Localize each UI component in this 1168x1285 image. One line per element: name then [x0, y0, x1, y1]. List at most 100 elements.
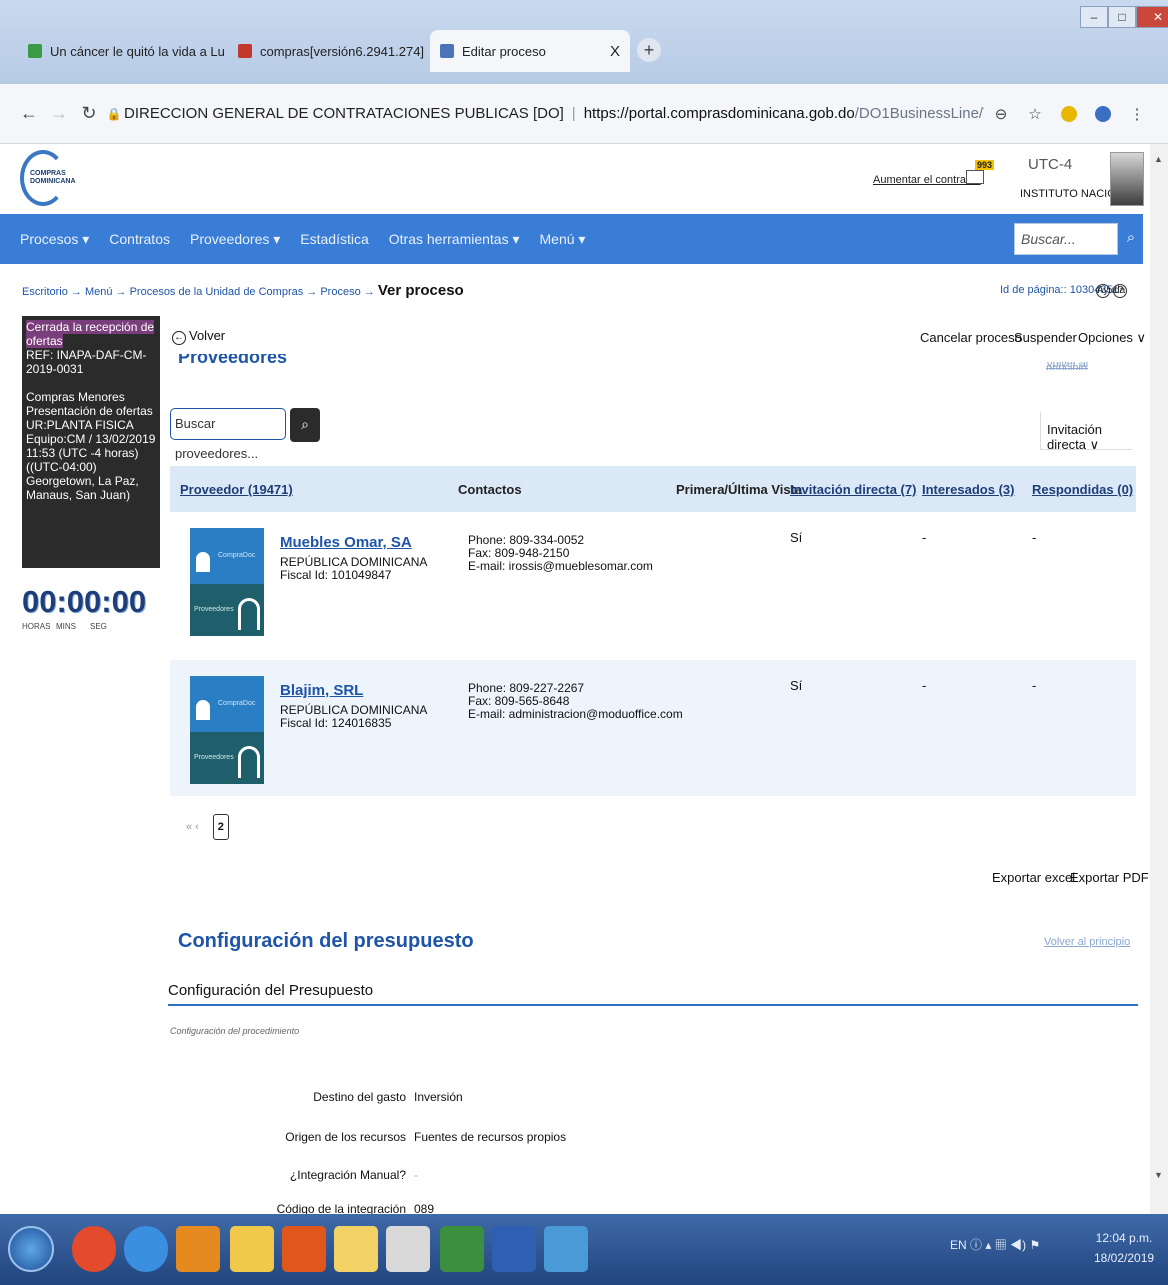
export-pdf-button[interactable]: Exportar PDF	[1070, 870, 1149, 885]
new-tab-button[interactable]: +	[637, 38, 661, 62]
supplier-name-link[interactable]: Muebles Omar, SA	[280, 534, 412, 551]
back-to-top-link[interactable]: Volver al principio	[1046, 362, 1126, 370]
outlook-taskbar-icon[interactable]	[176, 1226, 220, 1272]
scroll-down-icon[interactable]: ▼	[1154, 1170, 1163, 1180]
field-label: Destino del gasto	[313, 1090, 406, 1104]
compras-logo[interactable]: COMPRAS DOMINICANA	[20, 150, 76, 206]
volume-icon[interactable]: ◀)	[1010, 1238, 1026, 1252]
nav-procesos[interactable]: Procesos ▾	[20, 231, 89, 248]
scroll-up-icon[interactable]: ▲	[1154, 154, 1163, 164]
network-icon[interactable]: ▦	[995, 1238, 1007, 1252]
tray-arrow-icon[interactable]: ▴	[985, 1238, 991, 1252]
supplier-search-input[interactable]: Buscar proveedores...	[170, 408, 286, 461]
col-direct-invitation[interactable]: Invitación directa (7)	[790, 482, 916, 497]
menu-dots-icon[interactable]: ⋮	[1120, 105, 1154, 123]
contrast-link[interactable]: Aumentar el contraste	[873, 174, 981, 186]
browser-tab-1[interactable]: Un cáncer le quitó la vida a Luc X	[18, 30, 224, 72]
timer-digits: 00:00:00	[22, 584, 147, 619]
lock-icon[interactable]: 🔒	[104, 107, 124, 121]
cancel-process-button[interactable]: Cancelar proceso	[920, 330, 1022, 345]
back-arrow-icon[interactable]: ←	[14, 103, 44, 124]
address-bar: ← → ↻ 🔒 DIRECCION GENERAL DE CONTRATACIO…	[0, 84, 1168, 144]
help-icon[interactable]: ?	[1113, 284, 1128, 298]
language-indicator[interactable]: EN	[950, 1238, 967, 1252]
mail-icon[interactable]	[966, 170, 984, 184]
page-2-button[interactable]: 2	[212, 814, 229, 840]
nav-menu[interactable]: Menú ▾	[540, 231, 586, 248]
word-taskbar-icon[interactable]	[492, 1226, 536, 1272]
house-icon	[238, 598, 260, 630]
logo-text: COMPRAS DOMINICANA	[30, 170, 76, 185]
taskbar-clock[interactable]: 12:04 p.m. 18/02/2019	[1094, 1228, 1154, 1268]
timer-label-mins: MINS	[56, 622, 76, 631]
help-tray-icon[interactable]: ⓘ	[970, 1238, 982, 1252]
bookmark-star-icon[interactable]: ☆	[1018, 105, 1052, 123]
pager-prev[interactable]: « ‹	[186, 821, 199, 833]
procedure-caption: Configuración del procedimiento	[170, 1026, 300, 1036]
avatar[interactable]	[1110, 152, 1144, 206]
ie-taskbar-icon[interactable]	[124, 1226, 168, 1272]
browser-tab-3[interactable]: Editar proceso X	[430, 30, 630, 72]
page-scrollbar[interactable]: ▲ ▼	[1150, 144, 1168, 1214]
process-phase: Presentación de ofertas	[26, 404, 153, 418]
files-taskbar-icon[interactable]	[230, 1226, 274, 1272]
flag-icon[interactable]: ⚑	[1029, 1238, 1040, 1252]
house-icon	[238, 746, 260, 778]
media-taskbar-icon[interactable]	[282, 1226, 326, 1272]
back-to-top-link[interactable]: Volver al principio	[1044, 936, 1130, 948]
suppliers-table-header: Proveedor (19471) Contactos Primera/Últi…	[170, 466, 1136, 512]
timer-label-secs: SEG	[90, 622, 107, 631]
col-provider[interactable]: Proveedor (19471)	[180, 482, 293, 497]
reload-icon[interactable]: ↻	[74, 103, 104, 124]
supplier-logo: CompraDoc Proveedores	[190, 676, 264, 784]
invited-value: Sí	[790, 530, 803, 545]
url-main: https://portal.comprasdominicana.gob.do	[583, 105, 855, 122]
shield-taskbar-icon[interactable]	[386, 1226, 430, 1272]
nav-contratos[interactable]: Contratos	[109, 231, 170, 247]
forward-arrow-icon[interactable]: →	[44, 103, 74, 124]
close-window-icon[interactable]: ✕	[1136, 6, 1168, 28]
folder-taskbar-icon[interactable]	[334, 1226, 378, 1272]
suspend-button[interactable]: Suspender	[1014, 330, 1077, 345]
nav-otras-herramientas[interactable]: Otras herramientas ▾	[389, 231, 520, 248]
breadcrumb-links[interactable]: Escritorio → Menú → Procesos de la Unida…	[22, 286, 375, 298]
app-taskbar-icon[interactable]	[544, 1226, 588, 1272]
browser-tab-2[interactable]: compras[versión6.2941.274] X	[228, 30, 424, 72]
mail-count-badge: 993	[975, 160, 995, 170]
timezone-label: UTC-4	[1028, 156, 1073, 173]
chart-taskbar-icon[interactable]	[440, 1226, 484, 1272]
loading-favicon-icon	[440, 44, 454, 58]
start-button-icon[interactable]	[8, 1226, 54, 1272]
minimize-icon[interactable]: –	[1080, 6, 1108, 28]
close-tab-icon[interactable]: X	[598, 43, 620, 60]
volver-button[interactable]: ← Volver	[172, 328, 225, 345]
main-nav: Procesos ▾ Contratos Proveedores ▾ Estad…	[0, 214, 1143, 264]
interested-value: -	[922, 530, 927, 545]
url-field[interactable]: https://portal.comprasdominicana.gob.do/…	[584, 105, 984, 122]
field-label: Origen de los recursos	[285, 1130, 406, 1144]
help-link[interactable]: Ayuda ?	[1096, 282, 1128, 298]
pagination: « ‹ 2	[186, 814, 229, 840]
process-status-panel: Cerrada la recepción de ofertas REF: INA…	[22, 316, 160, 568]
site-search-input[interactable]: Buscar...	[1014, 223, 1118, 255]
col-interested[interactable]: Interesados (3)	[922, 482, 1014, 497]
process-modality: Compras Menores	[26, 390, 125, 404]
nav-estadistica[interactable]: Estadística	[300, 231, 368, 247]
invitation-filter-dropdown[interactable]: Invitación directa ∨	[1040, 412, 1132, 452]
maximize-icon[interactable]: □	[1108, 6, 1136, 28]
chrome-taskbar-icon[interactable]	[72, 1226, 116, 1272]
status-badge: Cerrada la recepción de ofertas	[26, 320, 155, 348]
nav-proveedores[interactable]: Proveedores ▾	[190, 231, 280, 248]
options-button[interactable]: Opciones ∨	[1078, 330, 1146, 346]
supplier-name-link[interactable]: Blajim, SRL	[280, 682, 363, 699]
extension-icon[interactable]	[1061, 105, 1077, 122]
person-icon	[196, 552, 210, 572]
responded-value: -	[1032, 530, 1037, 545]
extension-icon[interactable]	[1095, 105, 1111, 122]
col-responded[interactable]: Respondidas (0)	[1032, 482, 1133, 497]
search-icon[interactable]: ⌕	[1120, 223, 1142, 255]
export-excel-button[interactable]: Exportar excel	[992, 870, 1075, 885]
timer-label-hours: HORAS	[22, 622, 51, 631]
search-icon[interactable]: ⌕	[290, 408, 320, 442]
zoom-icon[interactable]: ⊖	[984, 105, 1018, 123]
